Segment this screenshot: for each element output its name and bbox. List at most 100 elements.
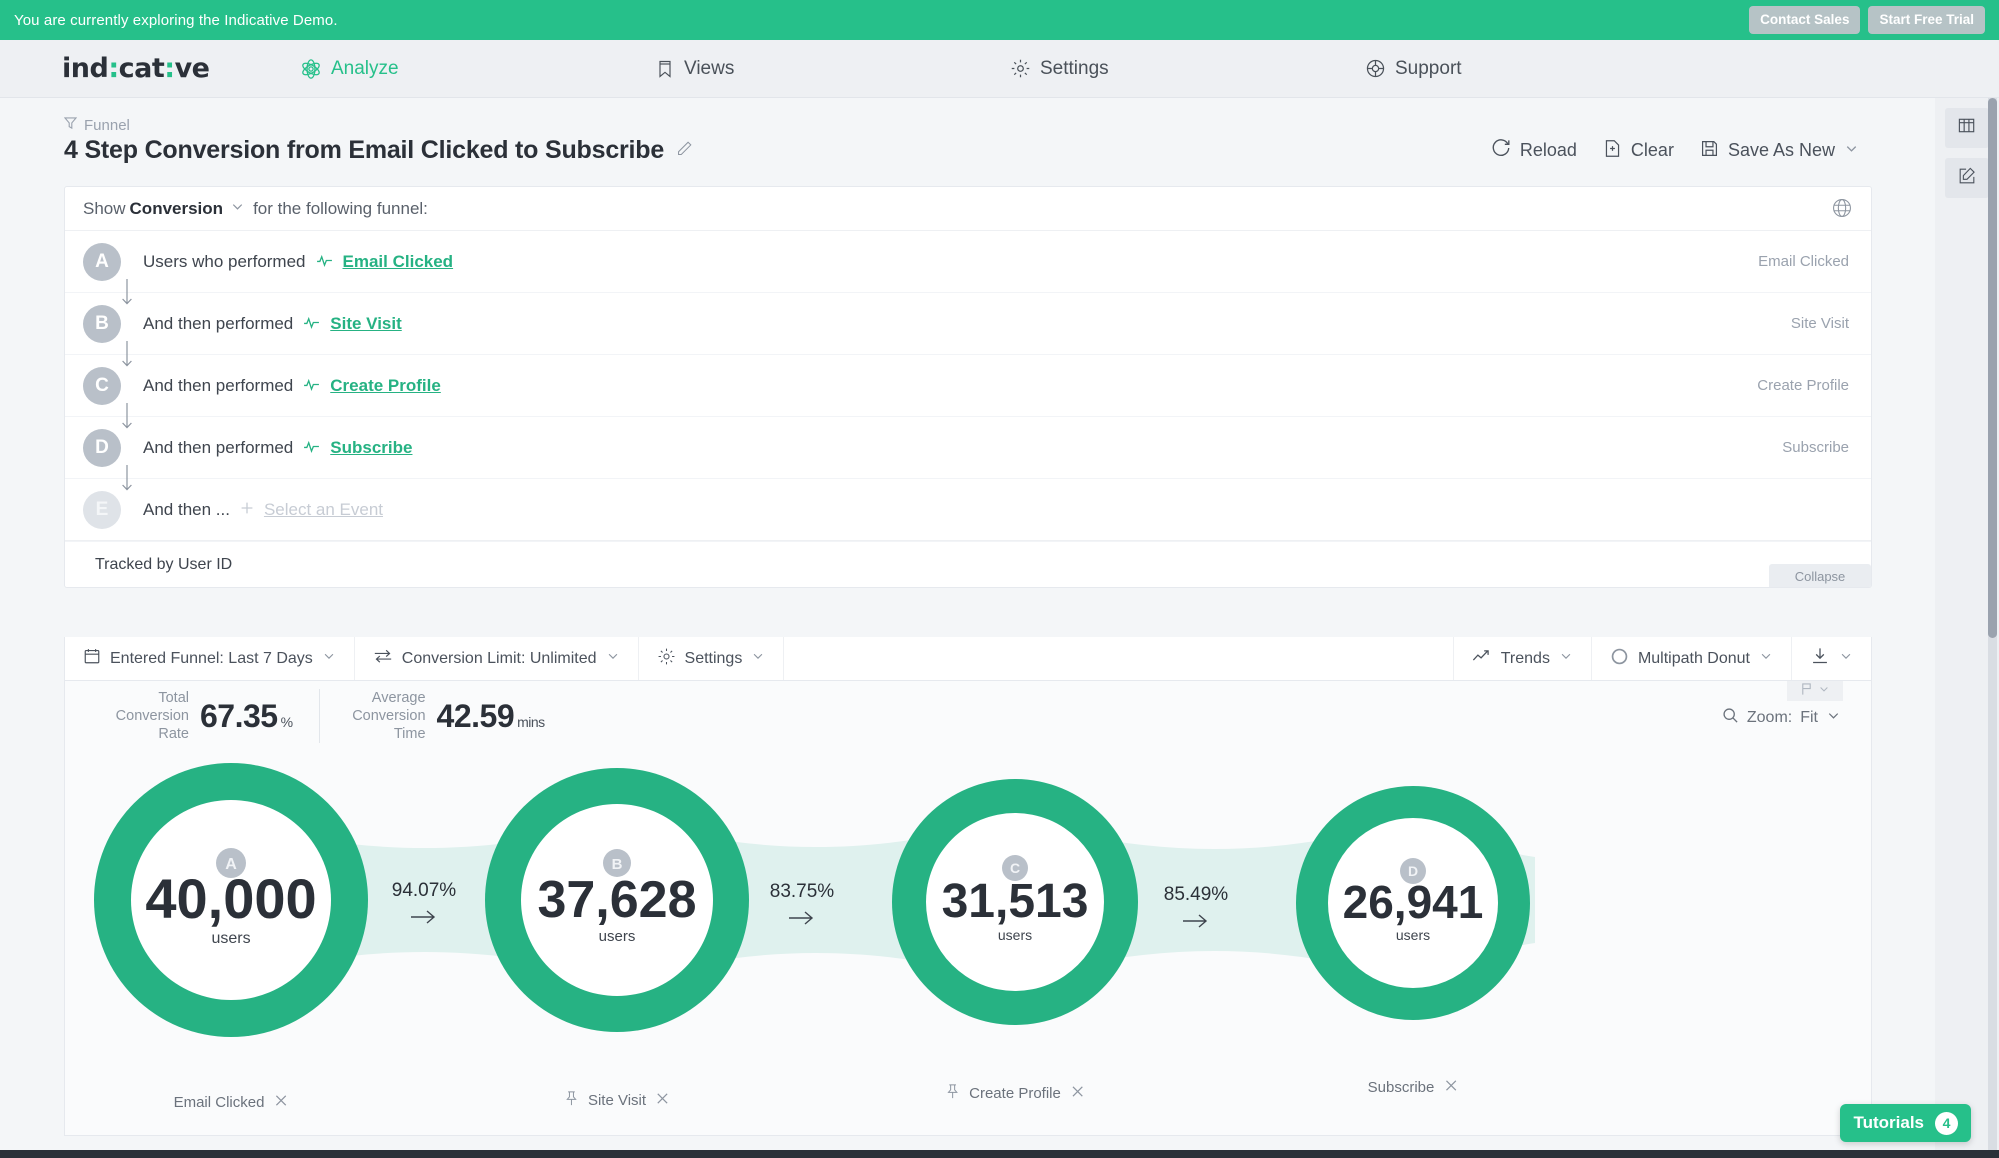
metric-value: 67.35% xyxy=(200,698,293,735)
donut-step-d[interactable]: D 26,941 users xyxy=(1296,786,1530,1020)
left-gutter xyxy=(0,98,64,1158)
metric-unit: mins xyxy=(517,714,545,730)
remove-step-icon[interactable] xyxy=(1070,1084,1085,1103)
donut-value-d: 26,941 xyxy=(1343,876,1484,928)
step-prefix-label: And then performed xyxy=(143,376,293,396)
chevron-down-icon xyxy=(751,649,765,668)
scrollbar-thumb[interactable] xyxy=(1988,98,1997,638)
nav-item-analyze[interactable]: Analyze xyxy=(300,58,655,80)
nav-item-views[interactable]: Views xyxy=(655,58,1010,80)
donut-step-c[interactable]: C 31,513 users xyxy=(892,779,1138,1025)
start-free-trial-button[interactable]: Start Free Trial xyxy=(1868,6,1985,34)
page-title: 4 Step Conversion from Email Clicked to … xyxy=(64,136,664,165)
donut-label-subscribe: Subscribe xyxy=(1368,1078,1459,1097)
chevron-down-icon xyxy=(322,649,336,668)
collapse-button[interactable]: Collapse xyxy=(1769,564,1871,588)
step-event-link[interactable]: Email Clicked xyxy=(343,252,454,272)
nav-item-label: Analyze xyxy=(331,58,399,80)
funnel-step-b: B And then performed Site Visit Site Vis… xyxy=(65,293,1871,355)
show-metric-value[interactable]: Conversion xyxy=(130,199,224,219)
flag-menu-button[interactable] xyxy=(1787,681,1843,701)
chart-type-selector[interactable]: Multipath Donut xyxy=(1591,637,1791,680)
select-an-event-link[interactable]: Select an Event xyxy=(264,500,383,520)
nav-items: Analyze Views Settings xyxy=(300,58,1999,80)
entered-funnel-filter[interactable]: Entered Funnel: Last 7 Days xyxy=(65,637,355,680)
indicative-logo[interactable]: ind:cat:ve xyxy=(0,53,300,84)
flag-icon xyxy=(1800,682,1813,701)
save-as-new-button[interactable]: Save As New xyxy=(1700,139,1859,163)
toolbar-item-label: Entered Funnel: Last 7 Days xyxy=(110,650,313,668)
tutorials-count-badge: 4 xyxy=(1935,1112,1958,1135)
window-bottom-edge xyxy=(0,1150,1999,1158)
step-prefix-label: And then ... xyxy=(143,500,230,520)
globe-icon[interactable] xyxy=(1831,197,1853,224)
chevron-down-icon xyxy=(1559,649,1573,668)
reload-icon xyxy=(1491,138,1511,163)
show-suffix-label: for the following funnel: xyxy=(253,199,428,219)
donut-label-text: Subscribe xyxy=(1368,1079,1435,1096)
step-event-link[interactable]: Subscribe xyxy=(330,438,412,458)
nav-item-support[interactable]: Support xyxy=(1365,58,1720,80)
download-button[interactable] xyxy=(1791,637,1871,680)
funnel-step-e: E And then ... Select an Event xyxy=(65,479,1871,541)
conversion-limit-filter[interactable]: Conversion Limit: Unlimited xyxy=(355,637,639,680)
step-text: And then performed Site Visit xyxy=(143,314,402,334)
trends-button[interactable]: Trends xyxy=(1453,637,1591,680)
trend-up-icon xyxy=(1472,648,1492,669)
donut-label-text: Create Profile xyxy=(969,1085,1061,1102)
chart-settings-button[interactable]: Settings xyxy=(639,637,785,680)
funnel-step-d: D And then performed Subscribe Subscribe xyxy=(65,417,1871,479)
donut-label-text: Email Clicked xyxy=(174,1094,265,1111)
table-columns-button[interactable] xyxy=(1945,108,1989,148)
pin-icon[interactable] xyxy=(945,1083,960,1104)
zoom-value: Fit xyxy=(1800,709,1818,727)
tutorials-button[interactable]: Tutorials 4 xyxy=(1840,1104,1971,1142)
step-prefix-label: And then performed xyxy=(143,314,293,334)
step-badge: A xyxy=(83,243,121,281)
clear-button[interactable]: Clear xyxy=(1603,139,1674,163)
remove-step-icon[interactable] xyxy=(1443,1078,1458,1097)
donut-value-a: 40,000 xyxy=(145,867,316,930)
download-icon xyxy=(1810,646,1830,671)
nav-item-label: Support xyxy=(1395,58,1462,80)
pulse-icon xyxy=(316,252,333,272)
metric-number: 42.59 xyxy=(437,698,515,734)
step-event-link[interactable]: Site Visit xyxy=(330,314,402,334)
gear-icon xyxy=(657,647,676,671)
chevron-down-icon[interactable] xyxy=(230,199,245,219)
contact-sales-button[interactable]: Contact Sales xyxy=(1749,6,1860,34)
remove-step-icon[interactable] xyxy=(655,1091,670,1110)
bookmark-icon xyxy=(655,58,675,80)
zoom-control[interactable]: Zoom: Fit xyxy=(1722,707,1841,729)
metric-label: Total Conversion Rate xyxy=(109,689,189,743)
main-navbar: ind:cat:ve Analyze Views xyxy=(0,40,1999,98)
step-text: And then performed Create Profile xyxy=(143,376,441,396)
step-prefix-label: And then performed xyxy=(143,438,293,458)
nav-item-settings[interactable]: Settings xyxy=(1010,58,1365,80)
demo-banner: You are currently exploring the Indicati… xyxy=(0,0,1999,40)
donut-step-a[interactable]: A 40,000 users xyxy=(94,763,368,1037)
reload-button[interactable]: Reload xyxy=(1491,138,1577,163)
chevron-down-icon xyxy=(606,649,620,668)
donut-badge-c: C xyxy=(1010,860,1020,876)
search-icon xyxy=(1722,707,1739,729)
toolbar-item-label: Conversion Limit: Unlimited xyxy=(402,650,597,668)
conversion-rate-bc: 83.75% xyxy=(770,881,835,902)
chevron-down-icon xyxy=(1839,649,1853,668)
metric-value: 42.59mins xyxy=(437,698,545,735)
zoom-label: Zoom: xyxy=(1747,709,1792,727)
page-scrollbar[interactable] xyxy=(1988,98,1997,1158)
remove-step-icon[interactable] xyxy=(273,1093,288,1112)
step-event-link[interactable]: Create Profile xyxy=(330,376,441,396)
plus-icon xyxy=(240,500,254,520)
demo-banner-message: You are currently exploring the Indicati… xyxy=(14,12,338,29)
nav-item-label: Settings xyxy=(1040,58,1109,80)
donut-step-b[interactable]: B 37,628 users xyxy=(485,768,749,1032)
edit-pencil-icon[interactable] xyxy=(676,140,693,162)
pin-icon[interactable] xyxy=(564,1090,579,1111)
toolbar-item-label: Trends xyxy=(1501,650,1550,668)
step-right-label: Site Visit xyxy=(1791,315,1849,332)
step-badge: D xyxy=(83,429,121,467)
edit-square-button[interactable] xyxy=(1945,158,1989,198)
donut-label-text: Site Visit xyxy=(588,1092,646,1109)
